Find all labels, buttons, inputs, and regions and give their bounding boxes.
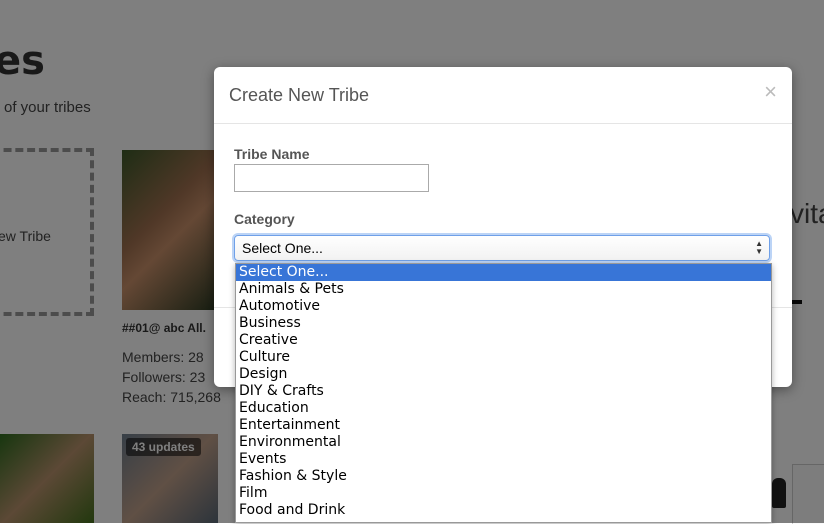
chevron-down-icon: ▼ — [755, 247, 763, 256]
tribe-name-label: Tribe Name — [234, 146, 310, 162]
category-dropdown-list[interactable]: Select One... Animals & Pets Automotive … — [235, 263, 772, 523]
select-arrows-icon: ▲ ▼ — [755, 240, 763, 256]
category-option[interactable]: DIY & Crafts — [236, 383, 771, 400]
close-icon[interactable]: × — [764, 81, 777, 103]
category-selected-value: Select One... — [242, 240, 323, 256]
modal-header: Create New Tribe × — [214, 67, 792, 124]
category-option[interactable]: Events — [236, 451, 771, 468]
category-option[interactable]: Fashion & Style — [236, 468, 771, 485]
category-option[interactable]: Education — [236, 400, 771, 417]
category-option[interactable]: Culture — [236, 349, 771, 366]
modal-title: Create New Tribe — [229, 85, 370, 105]
category-option[interactable]: Film — [236, 485, 771, 502]
category-select[interactable]: Select One... ▲ ▼ — [234, 235, 770, 261]
tribe-name-input[interactable] — [234, 164, 429, 192]
category-option[interactable]: Entertainment — [236, 417, 771, 434]
category-option[interactable]: Select One... — [236, 264, 771, 281]
category-label: Category — [234, 211, 295, 227]
category-option[interactable]: Creative — [236, 332, 771, 349]
category-option[interactable]: Business — [236, 315, 771, 332]
category-option[interactable]: Food and Drink — [236, 502, 771, 519]
category-option[interactable]: Environmental — [236, 434, 771, 451]
category-option[interactable]: Animals & Pets — [236, 281, 771, 298]
category-option[interactable]: Automotive — [236, 298, 771, 315]
category-option[interactable]: Design — [236, 366, 771, 383]
